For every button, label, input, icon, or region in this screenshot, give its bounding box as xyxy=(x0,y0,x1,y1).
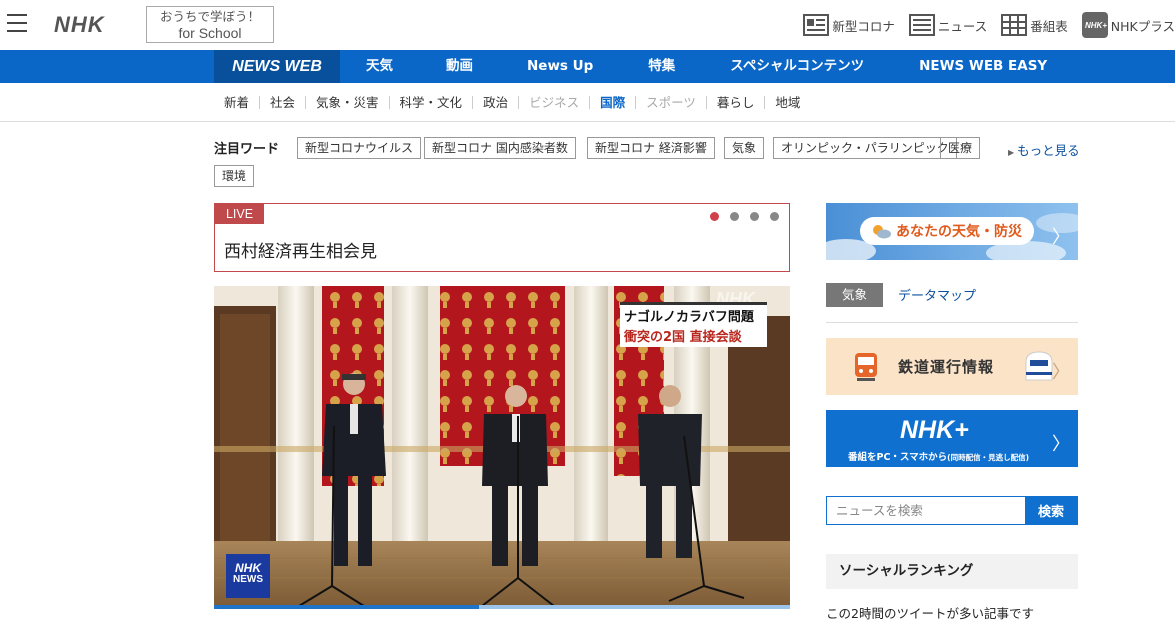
nhk-plus-banner-subtitle: 番組をPC・スマホから(同時配信・見逃し配信) xyxy=(848,449,1029,463)
nhk-news-badge-line2: NEWS xyxy=(233,574,263,585)
category-region[interactable]: 地域 xyxy=(765,96,810,109)
corona-link-label: 新型コロナ xyxy=(832,18,895,34)
kisho-tag[interactable]: 気象 xyxy=(826,283,883,307)
category-life[interactable]: 暮らし xyxy=(707,96,766,109)
keyword-tag[interactable]: 新型コロナ 経済影響 xyxy=(587,137,715,159)
keyword-tag[interactable]: 新型コロナウイルス xyxy=(297,137,422,159)
keyword-tag[interactable]: 環境 xyxy=(214,165,255,187)
datamap-link[interactable]: データマップ xyxy=(898,285,976,304)
video-progress-fill xyxy=(214,605,479,609)
nhk-logo[interactable]: NHK xyxy=(54,12,105,38)
school-line2: for School xyxy=(178,25,242,41)
carousel-dot[interactable] xyxy=(710,212,719,221)
carousel-dot[interactable] xyxy=(730,212,739,221)
category-new[interactable]: 新着 xyxy=(214,96,261,109)
keyword-tag[interactable]: 新型コロナ 国内感染者数 xyxy=(424,137,576,159)
weather-banner-label: あなたの天気・防災 xyxy=(896,224,1022,240)
for-school-link[interactable]: おうちで学ぼう！ for School xyxy=(146,6,274,43)
chevron-right-icon: 〉 xyxy=(1052,226,1070,248)
news-search-input[interactable] xyxy=(827,497,1025,524)
social-ranking-subtitle: この2時間のツイートが多い記事です xyxy=(826,606,1034,621)
top-header: NHK おうちで学ぼう！ for School 新型コロナ ニュース 番組表 N… xyxy=(0,0,1175,50)
keyword-tag[interactable]: 医療 xyxy=(940,137,981,159)
news-search-form: 検索 xyxy=(826,496,1078,525)
newspaper-icon xyxy=(908,14,935,36)
news-link-label: ニュース xyxy=(937,18,988,34)
train-info-banner[interactable]: 鉄道運行情報 〉 xyxy=(826,338,1078,395)
nav-item-newsup[interactable]: News Up xyxy=(527,50,593,83)
video-progress-bar[interactable] xyxy=(214,605,790,609)
weather-banner-pill: あなたの天気・防災 xyxy=(860,217,1034,245)
train-icon xyxy=(855,353,877,381)
nhk-plus-banner-note: (同時配信・見逃し配信) xyxy=(947,453,1030,462)
more-keywords-link[interactable]: ▶ もっと見る xyxy=(1008,140,1080,159)
category-science[interactable]: 科学・文化 xyxy=(390,96,474,109)
more-keywords-label: もっと見る xyxy=(1017,143,1080,158)
svg-text:NHK+: NHK+ xyxy=(1085,21,1107,30)
category-society[interactable]: 社会 xyxy=(260,96,307,109)
nav-item-video[interactable]: 動画 xyxy=(446,50,473,83)
video-caption: ナゴルノカラバフ問題 衝突の2国 直接会談 xyxy=(620,302,767,347)
caption-line2: 衝突の2国 直接会談 xyxy=(624,330,742,345)
live-headline-box[interactable]: LIVE 西村経済再生相会見 xyxy=(214,203,790,272)
live-badge: LIVE xyxy=(215,204,264,224)
category-weather[interactable]: 気象・災害 xyxy=(306,96,390,109)
nav-newsweb-brand[interactable]: NEWS WEB xyxy=(214,50,340,83)
school-line1: おうちで学ぼう！ xyxy=(159,9,260,24)
corona-link[interactable]: 新型コロナ xyxy=(803,14,895,36)
grid-schedule-icon xyxy=(1001,14,1028,36)
keywords-label: 注目ワード xyxy=(214,142,280,157)
shinkansen-icon xyxy=(1025,351,1053,381)
hamburger-menu-icon[interactable] xyxy=(7,14,27,32)
chevron-right-icon: 〉 xyxy=(1052,361,1070,383)
category-business[interactable]: ビジネス xyxy=(519,96,591,109)
schedule-link-label: 番組表 xyxy=(1030,18,1068,34)
nhk-plus-icon: NHK+ xyxy=(1081,12,1108,38)
keyword-tag[interactable]: オリンピック・パラリンピック xyxy=(773,137,957,159)
sidebar-divider xyxy=(826,322,1078,323)
nav-item-tokushu[interactable]: 特集 xyxy=(648,50,675,83)
nav-item-weather[interactable]: 天気 xyxy=(366,50,393,83)
carousel-dot[interactable] xyxy=(750,212,759,221)
category-politics[interactable]: 政治 xyxy=(473,96,520,109)
triangle-right-icon: ▶ xyxy=(1008,148,1015,157)
carousel-dot[interactable] xyxy=(770,212,779,221)
nhk-news-badge: NHK NEWS xyxy=(226,554,270,598)
virus-info-icon xyxy=(803,14,830,36)
social-ranking-header: ソーシャルランキング xyxy=(826,554,1078,589)
nav-item-easy[interactable]: NEWS WEB EASY xyxy=(919,50,1047,83)
nhk-plus-link[interactable]: NHK+ NHKプラス xyxy=(1081,12,1175,38)
category-international[interactable]: 国際 xyxy=(590,96,637,109)
news-search-button[interactable]: 検索 xyxy=(1025,497,1077,524)
nhk-news-badge-line1: NHK xyxy=(235,561,261,575)
schedule-link[interactable]: 番組表 xyxy=(1001,14,1068,36)
sun-cloud-icon xyxy=(873,225,891,239)
train-banner-label: 鉄道運行情報 xyxy=(898,358,995,376)
nav-item-special[interactable]: スペシャルコンテンツ xyxy=(730,50,864,83)
keyword-tag[interactable]: 気象 xyxy=(724,137,765,159)
nhk-plus-banner-main: 番組をPC・スマホから xyxy=(848,452,948,463)
chevron-right-icon: 〉 xyxy=(1052,433,1070,455)
category-nav: 新着 社会 気象・災害 科学・文化 政治 ビジネス 国際 スポーツ 暮らし 地域 xyxy=(0,83,1175,122)
nhk-plus-banner-title: NHK+ xyxy=(900,416,969,444)
category-sports[interactable]: スポーツ xyxy=(636,96,707,109)
live-video-player[interactable]: NHK ナゴルノカラバフ問題 衝突の2国 直接会談 NHK NEWS xyxy=(214,286,790,609)
weather-disaster-banner[interactable]: あなたの天気・防災 〉 xyxy=(826,203,1078,260)
main-nav: NEWS WEB 天気 動画 News Up 特集 スペシャルコンテンツ NEW… xyxy=(0,50,1175,83)
news-link[interactable]: ニュース xyxy=(908,14,988,36)
nhk-plus-link-label: NHKプラス xyxy=(1110,18,1175,34)
caption-line1: ナゴルノカラバフ問題 xyxy=(624,310,754,325)
nhk-plus-banner[interactable]: NHK+ 番組をPC・スマホから(同時配信・見逃し配信) 〉 xyxy=(826,410,1078,467)
top-links: 新型コロナ ニュース 番組表 NHK+ NHKプラス xyxy=(789,12,1175,38)
live-title[interactable]: 西村経済再生相会見 xyxy=(224,237,377,262)
carousel-dots xyxy=(699,212,779,221)
